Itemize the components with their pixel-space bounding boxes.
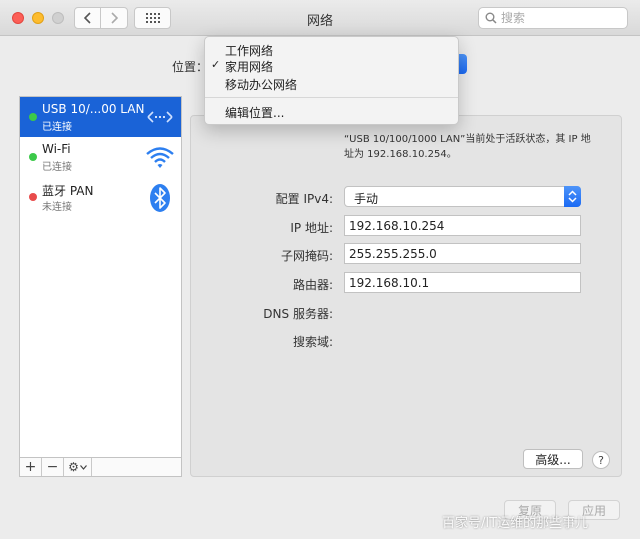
back-button[interactable]	[74, 7, 101, 29]
menu-item-edit-locations[interactable]: 编辑位置...	[225, 104, 284, 121]
configure-ipv4-label: 配置 IPv4:	[275, 192, 333, 206]
service-list-toolbar: + − ⚙	[19, 458, 182, 477]
watermark: 百家号/IT运维的那些事儿	[442, 516, 589, 531]
search-domain-label: 搜索域:	[292, 335, 333, 349]
service-item-usb-lan[interactable]: USB 10/...00 LAN 已连接	[20, 97, 181, 137]
configure-ipv4-value: 手动	[354, 192, 379, 206]
forward-button[interactable]	[100, 7, 128, 29]
bluetooth-icon	[150, 184, 170, 212]
minimize-window-button[interactable]	[32, 12, 44, 24]
router-field[interactable]	[344, 272, 581, 293]
updown-arrows-icon	[564, 186, 581, 207]
location-label: 位置：	[172, 60, 209, 74]
subnet-mask-field[interactable]	[344, 243, 581, 264]
status-description: “USB 10/100/1000 LAN”当前处于活跃状态，其 IP 地址为 1…	[344, 134, 591, 160]
wifi-icon	[146, 147, 174, 168]
menu-separator	[205, 97, 458, 98]
zoom-window-button[interactable]	[52, 12, 64, 24]
menu-item-work-network[interactable]: 工作网络	[225, 42, 273, 59]
service-list: USB 10/...00 LAN 已连接 Wi-Fi 已连接 蓝牙 PAN 未连…	[19, 96, 182, 458]
configure-ipv4-select[interactable]: 手动	[344, 186, 581, 207]
advanced-button[interactable]: 高级...	[523, 449, 583, 469]
detail-panel	[190, 115, 622, 477]
status-dot	[29, 113, 37, 121]
service-name: Wi-Fi	[42, 142, 71, 156]
help-button[interactable]: ?	[592, 451, 610, 469]
title-bar: 网络	[0, 0, 640, 36]
service-status: 已连接	[42, 162, 72, 173]
dns-server-label: DNS 服务器:	[263, 307, 333, 321]
status-dot	[29, 193, 37, 201]
gear-icon: ⚙	[68, 460, 79, 474]
checkmark-icon: ✓	[211, 58, 221, 71]
search-field[interactable]	[478, 7, 628, 29]
chevron-down-icon	[79, 464, 87, 470]
service-item-bluetooth-pan[interactable]: 蓝牙 PAN 未连接	[20, 177, 181, 217]
service-item-wifi[interactable]: Wi-Fi 已连接	[20, 137, 181, 177]
router-label: 路由器:	[292, 278, 333, 292]
service-name: 蓝牙 PAN	[42, 184, 94, 198]
chevron-right-icon	[111, 12, 118, 24]
menu-item-home-network[interactable]: 家用网络	[225, 58, 273, 75]
service-status: 已连接	[42, 122, 72, 133]
chevron-left-icon	[83, 12, 91, 24]
ip-address-field[interactable]	[344, 215, 581, 236]
status-dot	[29, 153, 37, 161]
menu-item-mobile-office-network[interactable]: 移动办公网络	[225, 76, 297, 93]
search-input[interactable]	[501, 11, 621, 25]
show-all-button[interactable]	[134, 7, 171, 29]
close-window-button[interactable]	[12, 12, 24, 24]
subnet-mask-label: 子网掩码:	[280, 249, 333, 263]
service-name: USB 10/...00 LAN	[42, 102, 145, 116]
location-dropdown-menu: 工作网络 ✓ 家用网络 移动办公网络 编辑位置...	[204, 36, 459, 125]
remove-service-button[interactable]: −	[42, 458, 64, 476]
service-status: 未连接	[42, 202, 72, 213]
add-service-button[interactable]: +	[20, 458, 42, 476]
gear-menu-button[interactable]: ⚙	[64, 458, 92, 476]
ip-address-label: IP 地址:	[290, 221, 333, 235]
ethernet-arrows-icon	[147, 111, 173, 123]
search-icon	[485, 12, 497, 24]
grid-icon	[145, 13, 160, 23]
